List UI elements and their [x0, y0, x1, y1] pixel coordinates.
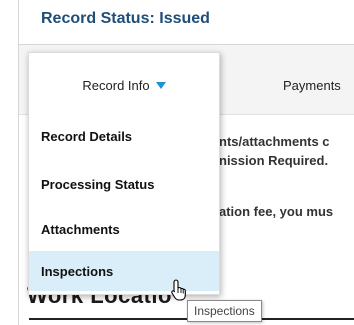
caret-down-icon [155, 81, 166, 89]
tooltip-text: Inspections [194, 304, 255, 318]
inspections-tooltip: Inspections [187, 300, 262, 322]
notice-text-line: ation fee, you mus [219, 204, 334, 219]
menu-item-record-details[interactable]: Record Details [29, 116, 219, 156]
record-info-label: Record Info [82, 77, 150, 93]
notice-text-line: nts/attachments c [219, 134, 330, 149]
notice-text-line: nission Required. [219, 153, 329, 168]
record-info-toggle[interactable]: Record Info [29, 53, 219, 117]
tab-payments[interactable]: Payments [283, 78, 341, 93]
record-status-title: Record Status: Issued [41, 10, 210, 27]
menu-item-attachments[interactable]: Attachments [29, 209, 219, 249]
menu-item-processing-status[interactable]: Processing Status [29, 164, 219, 204]
menu-item-inspections[interactable]: Inspections [29, 251, 219, 291]
hand-pointer-icon [171, 279, 186, 301]
record-info-dropdown: Record Info Record Details Processing St… [28, 52, 220, 295]
